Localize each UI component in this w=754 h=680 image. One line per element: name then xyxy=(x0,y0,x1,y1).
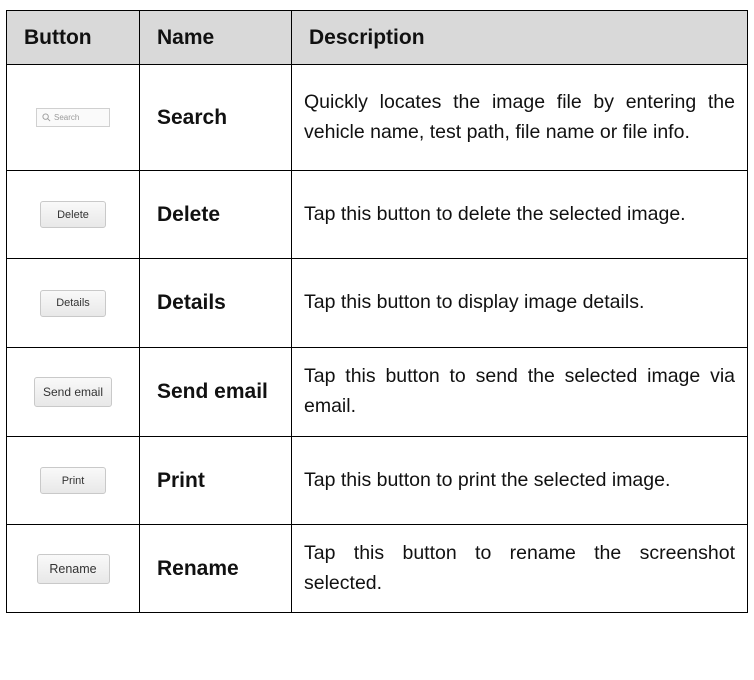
row-name: Details xyxy=(139,258,292,348)
row-description: Tap this button to display image details… xyxy=(291,258,748,348)
row-name: Rename xyxy=(139,524,292,613)
header-description: Description xyxy=(291,10,748,65)
print-button[interactable]: Print xyxy=(40,467,106,494)
row-name: Delete xyxy=(139,170,292,259)
button-cell: Search xyxy=(6,64,140,171)
table-row: Delete Delete Tap this button to delete … xyxy=(6,170,748,259)
button-cell: Details xyxy=(6,258,140,348)
row-description: Tap this button to rename the screenshot… xyxy=(291,524,748,613)
header-button: Button xyxy=(6,10,140,65)
search-placeholder: Search xyxy=(54,113,80,122)
button-cell: Rename xyxy=(6,524,140,613)
row-description: Tap this button to print the selected im… xyxy=(291,436,748,525)
rename-button[interactable]: Rename xyxy=(36,553,110,584)
button-description-table: Button Name Description Search Search Qu… xyxy=(6,10,748,613)
table-row: Print Print Tap this button to print the… xyxy=(6,436,748,525)
button-cell: Send email xyxy=(6,347,140,437)
header-name: Name xyxy=(139,10,292,65)
send-email-button[interactable]: Send email xyxy=(34,377,112,407)
table-row: Send email Send email Tap this button to… xyxy=(6,347,748,437)
table-row: Search Search Quickly locates the image … xyxy=(6,64,748,171)
search-input[interactable]: Search xyxy=(36,108,110,127)
table-row: Rename Rename Tap this button to rename … xyxy=(6,524,748,613)
row-name: Print xyxy=(139,436,292,525)
table-header-row: Button Name Description xyxy=(6,10,748,65)
delete-button[interactable]: Delete xyxy=(40,201,106,228)
button-cell: Delete xyxy=(6,170,140,259)
row-description: Tap this button to send the selected ima… xyxy=(291,347,748,437)
row-description: Tap this button to delete the selected i… xyxy=(291,170,748,259)
row-name: Search xyxy=(139,64,292,171)
search-icon xyxy=(42,113,51,122)
details-button[interactable]: Details xyxy=(40,289,106,317)
button-cell: Print xyxy=(6,436,140,525)
table-row: Details Details Tap this button to displ… xyxy=(6,258,748,348)
row-description: Quickly locates the image file by enteri… xyxy=(291,64,748,171)
row-name: Send email xyxy=(139,347,292,437)
